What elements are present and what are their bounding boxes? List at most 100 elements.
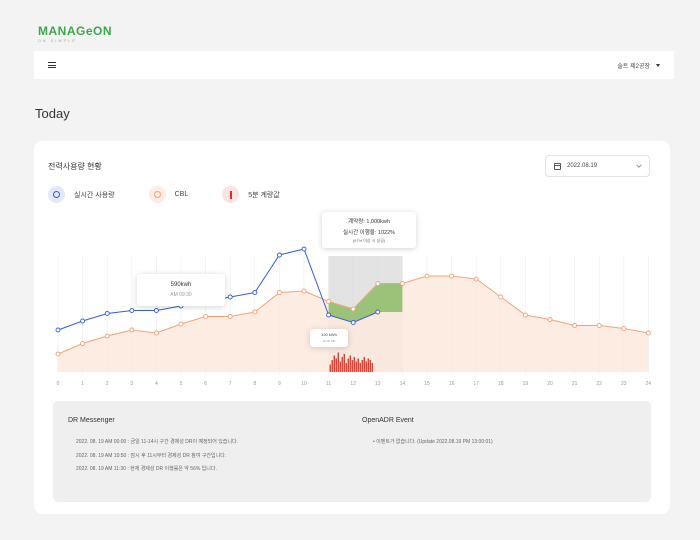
cbl-point (449, 273, 455, 279)
meter-bar (329, 364, 331, 372)
x-tick-label: 5 (180, 381, 183, 387)
tooltip-value: 590kwh (170, 282, 192, 288)
realtime-point (80, 318, 86, 324)
cbl-point (276, 290, 282, 295)
x-tick-label: 7 (229, 381, 232, 387)
cbl-point (55, 351, 61, 357)
cbl-point (178, 321, 184, 327)
cbl-point (326, 299, 332, 304)
cbl-point (498, 294, 504, 300)
cbl-point (153, 330, 159, 336)
meter-bar (367, 358, 369, 372)
realtime-point (276, 252, 282, 258)
cbl-point (473, 276, 479, 282)
current-tooltip: 120 kWh 10:00 PM (310, 329, 348, 347)
meter-bar (343, 354, 345, 372)
power-usage-card: 전력사용량 현황 2022.08.19 실시간 사용량 CBL 5분 계량값 0… (34, 141, 670, 514)
x-tick-label: 10 (301, 381, 307, 387)
dr-messenger-list: 2022. 08. 19 AM 00:00 : 금일 11-14시 구간 경제성… (76, 438, 238, 479)
realtime-point (227, 294, 233, 300)
cbl-point (129, 327, 135, 333)
cbl-point (399, 281, 405, 286)
meter-bar (363, 357, 365, 372)
caret-down-icon (656, 63, 660, 67)
meter-bar (361, 360, 363, 372)
x-tick-label: 12 (350, 381, 356, 387)
tooltip-note: (97% 이상 시 성공) (352, 238, 386, 243)
x-tick-label: 9 (278, 381, 281, 387)
meter-bar (355, 361, 357, 372)
x-tick-label: 2 (106, 381, 109, 387)
realtime-point (55, 327, 61, 333)
logo-wordmark: MANAGeON (38, 24, 113, 38)
meter-bar (331, 360, 333, 372)
list-item: 2022. 08. 19 AM 00:00 : 금일 11-14시 구간 경제성… (76, 439, 239, 445)
tooltip-time: AM 09:30 (170, 292, 192, 298)
realtime-point (326, 312, 332, 318)
meter-bar (335, 358, 337, 372)
realtime-point (153, 308, 159, 313)
realtime-point (350, 320, 356, 325)
x-tick-label: 15 (424, 381, 430, 387)
cbl-point (547, 317, 553, 322)
x-tick-label: 8 (253, 381, 256, 387)
x-tick-label: 18 (498, 381, 504, 387)
cbl-point (80, 341, 86, 346)
x-tick-label: 0 (57, 381, 60, 387)
realtime-point (301, 246, 307, 252)
x-tick-label: 22 (596, 381, 602, 387)
top-bar: 솔트 제2공장 (34, 51, 674, 79)
meter-bar (337, 352, 339, 372)
cbl-point (104, 333, 110, 339)
x-tick-label: 14 (400, 381, 406, 387)
meter-bar (347, 358, 349, 372)
tooltip-current-time: 10:00 PM (322, 339, 336, 343)
hamburger-menu-icon[interactable] (48, 62, 56, 68)
list-item: • 이벤트가 없습니다. (Update 2022.08.19 PM 13:00… (373, 439, 493, 445)
cbl-point (424, 273, 430, 279)
cbl-point (301, 288, 307, 294)
meter-bar (365, 361, 367, 372)
logo-tagline: ON SIMPLE (38, 39, 77, 43)
realtime-point (104, 311, 110, 316)
tooltip-rate: 실시간 이행율: 1022% (342, 230, 396, 236)
cbl-point (572, 323, 578, 328)
x-tick-label: 24 (646, 381, 652, 387)
meter-bar (371, 363, 373, 372)
realtime-point (375, 309, 381, 315)
cbl-point (375, 281, 381, 286)
list-item: 2022. 08. 19 AM 10:50 : 잠시 후 11시부터 경제성 D… (76, 452, 227, 459)
x-tick-label: 4 (155, 381, 158, 387)
tooltip-current-value: 120 kWh (321, 332, 337, 337)
factory-selector[interactable]: 솔트 제2공장 (617, 61, 660, 70)
realtime-point (129, 308, 135, 313)
x-tick-label: 13 (375, 381, 381, 387)
cbl-point (621, 326, 627, 331)
cbl-point (522, 312, 528, 318)
power-usage-chart: 0 1 2 3 4 5 6 7 8 9 10 11 12 13 14 15 16 17 18 19 20 21 22 23 24 (55, 246, 652, 387)
meter-bar (351, 360, 353, 372)
x-tick-label: 16 (449, 381, 455, 387)
meter-bar (369, 360, 371, 372)
dr-messenger-title: DR Messenger (68, 417, 115, 424)
cbl-point (350, 306, 356, 312)
meter-bar (359, 363, 361, 372)
dr-tooltip: 계약량: 1,000kwh 실시간 이행율: 1022% (97% 이상 시 성… (322, 212, 416, 248)
cbl-point (203, 314, 209, 319)
x-tick-label: 1 (81, 381, 84, 387)
openadr-title: OpenADR Event (362, 417, 414, 424)
meter-bar (353, 357, 355, 372)
cbl-point (252, 309, 258, 315)
x-tick-label: 17 (473, 381, 479, 387)
x-tick-label: 19 (523, 381, 529, 387)
cbl-point (227, 314, 233, 319)
list-item: 2022. 08. 19 AM 11:30 : 현재 경제성 DR 이행률은 약… (76, 466, 217, 472)
x-tick-label: 6 (204, 381, 207, 387)
logo: MANAGeON ON SIMPLE (38, 24, 112, 43)
messages-panel: DR Messenger 2022. 08. 19 AM 00:00 : 금일 … (53, 401, 651, 502)
realtime-point (252, 290, 258, 295)
meter-bar (349, 355, 351, 372)
x-tick-label: 11 (326, 381, 331, 387)
openadr-list: • 이벤트가 없습니다. (Update 2022.08.19 PM 13:00… (373, 438, 493, 445)
meter-bar (339, 361, 341, 372)
